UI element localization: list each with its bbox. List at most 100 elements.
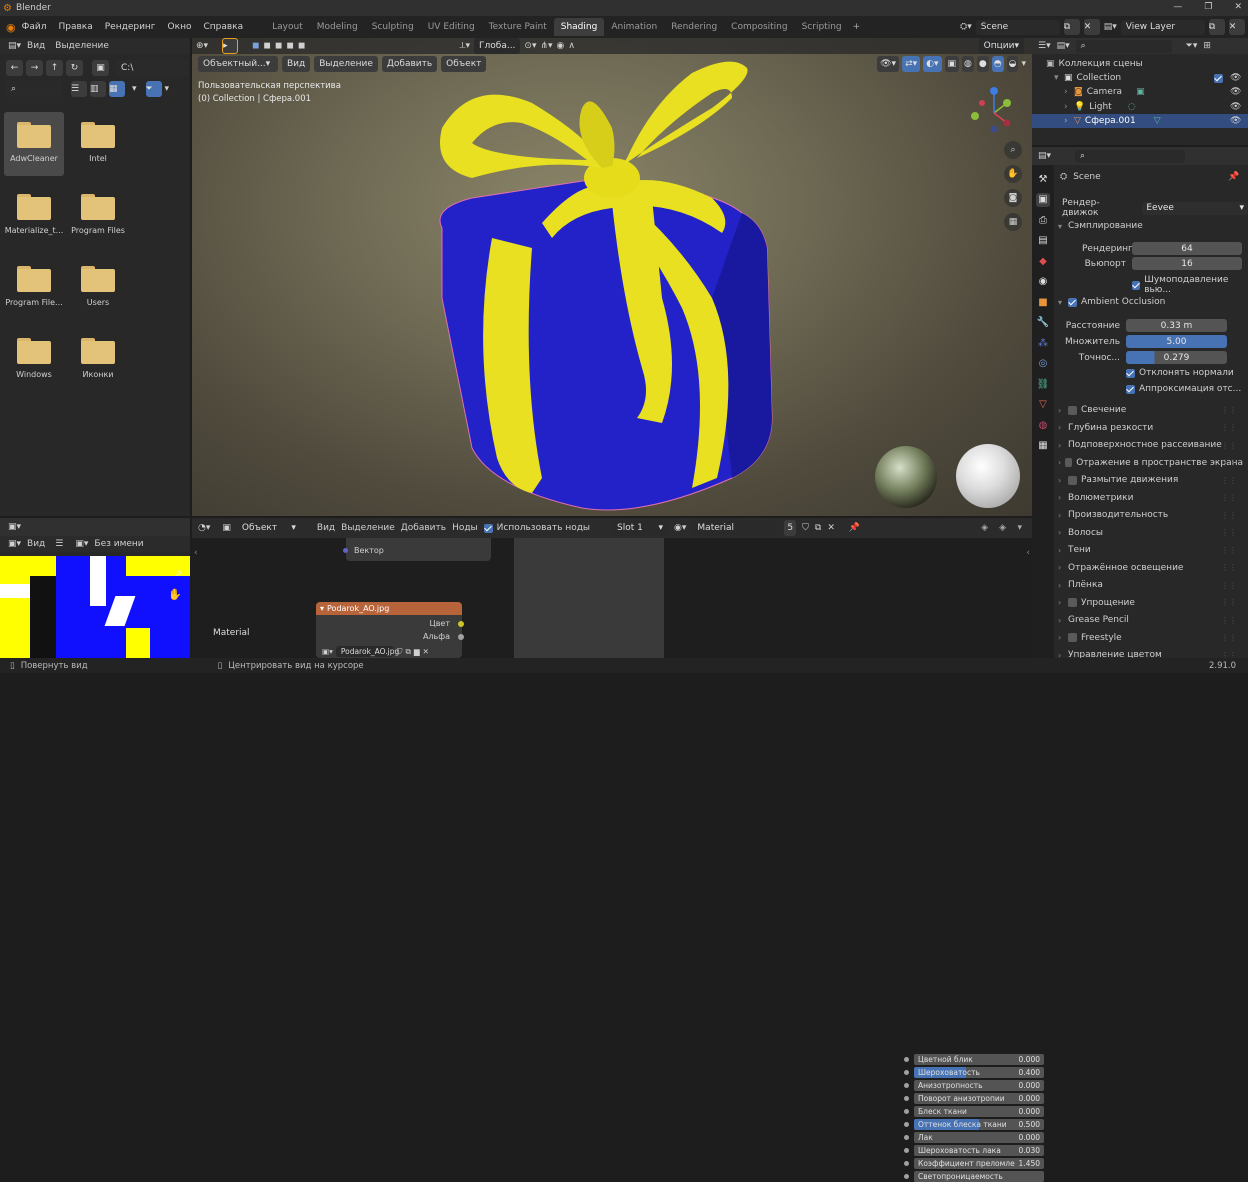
ne-menu-add[interactable]: Добавить (401, 523, 446, 533)
node-snap-icon[interactable]: ◈ (981, 523, 988, 533)
delete-scene-icon[interactable]: ✕ (1083, 19, 1100, 35)
view-layer-field[interactable]: View Layer (1120, 19, 1205, 35)
sampling-panel[interactable]: ▾ Сэмплирование (1058, 221, 1243, 231)
material-name-field[interactable]: Material (692, 520, 779, 536)
panel-section[interactable]: › Grease Pencil ⋮⋮ (1058, 615, 1243, 625)
folder-item[interactable]: Intel (68, 112, 128, 176)
shading-options-icon[interactable]: ▾ (1021, 59, 1026, 69)
bsdf-socket[interactable] (904, 1148, 909, 1153)
new-view-layer-icon[interactable]: ⧉ (1208, 19, 1225, 35)
back-icon[interactable]: ← (6, 60, 23, 76)
fb-menu-view[interactable]: Вид (27, 41, 45, 51)
outliner-row-light[interactable]: › 💡 Light ◌ 👁 (1064, 100, 1248, 114)
scene-icon[interactable]: ⛭▾ (960, 22, 972, 32)
image-file-field[interactable]: Podarok_AO.jpg (335, 646, 399, 657)
tab-sculpting[interactable]: Sculpting (365, 18, 421, 36)
bsdf-input-row[interactable]: Цветной блик 0.000 (914, 1054, 1044, 1065)
menu-item-3[interactable]: Окно (168, 22, 192, 32)
eye-icon[interactable]: 👁 (1230, 116, 1241, 126)
properties-type-icon[interactable]: ▤▾ (1038, 151, 1051, 161)
texture-icon[interactable]: ▦ (1036, 439, 1050, 453)
editor-type-icon[interactable]: ▤▾ (8, 41, 21, 51)
tab-rendering[interactable]: Rendering (664, 18, 724, 36)
camera-view-icon[interactable]: ◙ (1004, 189, 1022, 207)
bent-normals-checkbox[interactable] (1126, 368, 1135, 378)
ao-checkbox[interactable] (1068, 297, 1077, 307)
ne-menu-view[interactable]: Вид (317, 523, 335, 533)
outliner-type-icon[interactable]: ☰▾ (1038, 41, 1051, 51)
render-engine-dropdown[interactable]: Eevee ▾ (1142, 201, 1248, 215)
pin-icon[interactable]: 📌 (1228, 172, 1239, 182)
bsdf-input-row[interactable]: Шероховатость лака 0.030 (914, 1145, 1044, 1156)
select-subtract-icon[interactable]: ◼ (275, 41, 282, 51)
display-mode-icon[interactable]: ▤▾ (1057, 41, 1070, 51)
ao-panel[interactable]: ▾ Ambient Occlusion (1058, 297, 1243, 307)
image-mode-icon[interactable]: ▣▾ (8, 539, 21, 549)
delete-view-layer-icon[interactable]: ✕ (1228, 19, 1245, 35)
navigation-gizmo[interactable] (967, 83, 1022, 138)
use-nodes-checkbox[interactable] (483, 523, 493, 533)
pin-icon[interactable]: 📌 (849, 523, 860, 533)
unlink-icon[interactable]: ✕ (423, 647, 429, 656)
zoom-icon[interactable]: ⌕ (176, 566, 182, 580)
folder-item[interactable]: Users (68, 256, 128, 320)
path-input[interactable]: C:\ (116, 60, 188, 76)
forward-icon[interactable]: → (26, 60, 43, 76)
gizmo-icon[interactable]: ⇄▾ (902, 56, 921, 72)
pan-hand-icon[interactable]: ✋ (1004, 165, 1022, 183)
node-snap-target-icon[interactable]: ◈ (999, 523, 1006, 533)
outliner-row-camera[interactable]: › ◙ Camera ▣ 👁 (1064, 85, 1248, 99)
bsdf-socket[interactable] (904, 1070, 909, 1075)
new-folder-icon[interactable]: ▣ (92, 60, 109, 76)
menu-icon[interactable]: ☰ (55, 539, 63, 549)
section-checkbox[interactable] (1068, 475, 1077, 485)
viewport-samples-field[interactable]: 16 (1132, 257, 1242, 270)
menu-item-4[interactable]: Справка (203, 22, 243, 32)
panel-section[interactable]: › Подповерхностное рассеивание ⋮⋮ (1058, 440, 1243, 450)
filter-icon[interactable]: ⏷▾ (1186, 41, 1198, 51)
refresh-icon[interactable]: ↻ (66, 60, 83, 76)
vp-menu-select[interactable]: Выделение (314, 56, 378, 72)
folder-item[interactable]: Windows (4, 328, 64, 392)
maximize-icon[interactable]: ❐ (1204, 2, 1212, 12)
zoom-icon[interactable]: ⌕ (1004, 141, 1022, 159)
display-list-detail-icon[interactable]: ▥ (90, 81, 106, 97)
parent-dir-icon[interactable]: ↑ (46, 60, 63, 76)
bsdf-input-row[interactable]: Светопроницаемость (914, 1171, 1044, 1182)
shading-rendered-icon[interactable]: ◒ (1006, 56, 1019, 72)
blender-menu-icon[interactable]: ◉ (6, 21, 16, 34)
sort-icon[interactable]: ▾ (132, 84, 137, 94)
panel-section[interactable]: › Тени ⋮⋮ (1058, 545, 1243, 555)
sidebar-toggle-icon[interactable]: ‹ (194, 548, 198, 558)
object-icon[interactable]: ■ (1036, 295, 1050, 309)
vp-menu-view[interactable]: Вид (282, 56, 311, 72)
sidebar-toggle-right-icon[interactable]: ‹ (1026, 548, 1030, 558)
panel-section[interactable]: › Плёнка ⋮⋮ (1058, 580, 1243, 590)
bsdf-input-row[interactable]: Поворот анизотропии 0.000 (914, 1093, 1044, 1104)
image-name[interactable]: Без имени (94, 539, 143, 549)
image-browse-icon[interactable]: ▣▾ (322, 647, 333, 656)
panel-section[interactable]: › Производительность ⋮⋮ (1058, 510, 1243, 520)
bsdf-input-row[interactable]: Лак 0.000 (914, 1132, 1044, 1143)
principled-bsdf-node[interactable] (514, 538, 664, 658)
viewport-3d[interactable]: ⊕▾ ▸ ◼ ◼ ◼ ◼ ◼ ⟂▾ Глоба... ⊙▾ ⋔▾ ◉ ∧ Опц… (192, 38, 1032, 516)
display-thumbnail-icon[interactable]: ▦ (109, 81, 125, 97)
viewport-editor-type-icon[interactable]: ⊕▾ (196, 41, 208, 51)
shader-type-dropdown[interactable]: Объект ▾ (237, 520, 301, 536)
view-layer-icon[interactable]: ▤ (1036, 234, 1050, 248)
outliner-row-sphere[interactable]: › ▽ Сфера.001 ▽ 👁 (1032, 114, 1248, 128)
image-texture-node[interactable]: ▾ Podarok_AO.jpg Цвет Альфа ▣▾ Podarok_A… (316, 602, 462, 658)
menu-item-0[interactable]: Файл (22, 22, 47, 32)
section-checkbox[interactable] (1068, 405, 1077, 415)
select-invert-icon[interactable]: ◼ (287, 41, 294, 51)
tab-scripting[interactable]: Scripting (795, 18, 849, 36)
folder-item[interactable]: Иконки (68, 328, 128, 392)
output-icon[interactable]: ⎙ (1036, 213, 1050, 227)
object-shader-icon[interactable]: ▣ (222, 523, 231, 533)
tab-shading[interactable]: Shading (553, 18, 605, 36)
outliner-search[interactable]: ⌕ (1075, 39, 1172, 53)
bounce-approx-checkbox[interactable] (1126, 384, 1135, 394)
filter-dropdown-icon[interactable]: ▾ (165, 84, 170, 94)
bsdf-input-row[interactable]: Коэффициент преломле 1.450 (914, 1158, 1044, 1169)
alpha-socket[interactable] (458, 634, 464, 640)
